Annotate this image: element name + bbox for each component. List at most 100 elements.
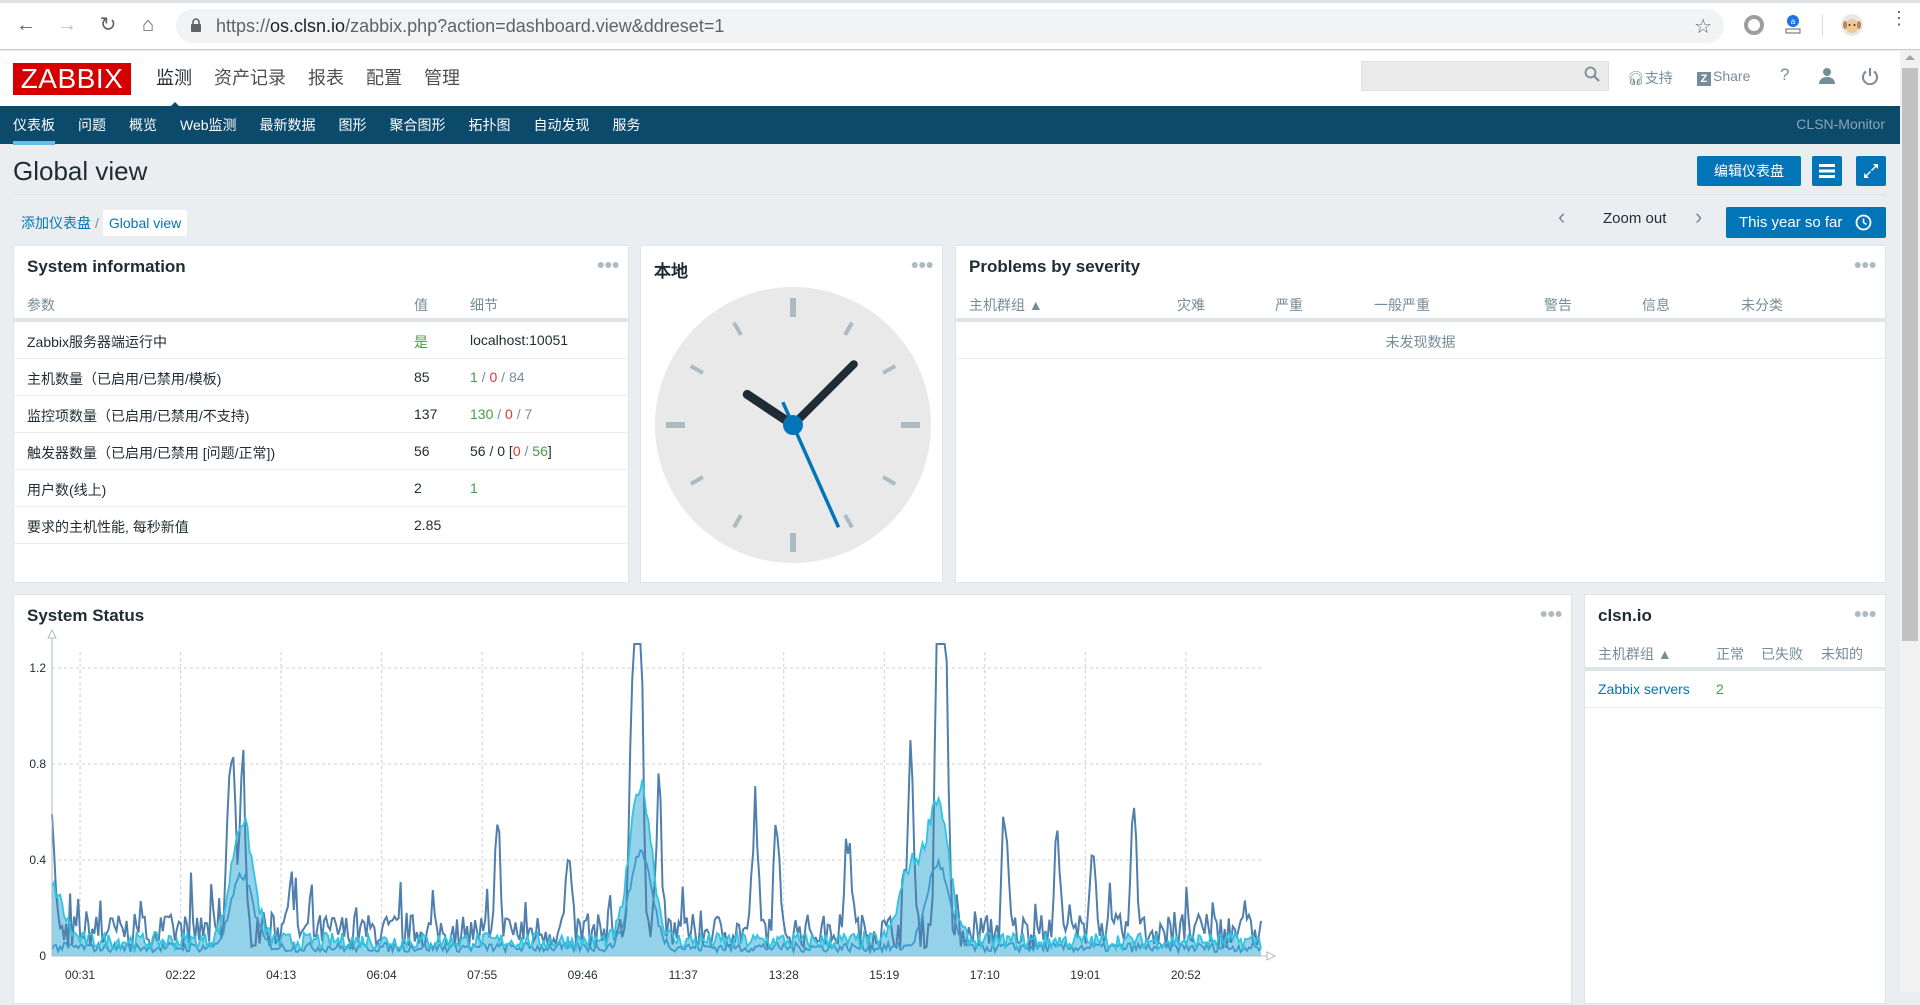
system-status-chart[interactable]: 0 0.4 0.8 1.2 00:31 02:22 04:13 06:04 07:55 09:46… [14,595,1573,1005]
y-tick-label: 1.2 [29,661,46,675]
table-row: Zabbix servers 2 [1585,671,1885,708]
widget-menu-icon[interactable]: ●●● [911,256,934,272]
menu-monitoring[interactable]: 监测 [156,65,192,91]
search-input[interactable] [1361,61,1609,91]
submenu-overview[interactable]: 概览 [129,115,157,135]
home-button[interactable]: ⌂ [136,13,160,37]
detail-part: 130 [470,406,494,422]
breadcrumb-current[interactable]: Global view [102,210,188,236]
host-group-link[interactable]: Zabbix servers [1598,681,1690,697]
time-prev-button[interactable]: ‹ [1558,204,1565,230]
browser-menu-icon[interactable]: ⋮ [1890,9,1908,27]
host-availability-widget: clsn.io ●●● 主机群组 ▲ 正常 已失败 未知的 Zabbix ser… [1584,594,1886,1004]
y-axis-arrow-icon [47,628,57,639]
param-value: 85 [414,369,430,385]
sign-out-power-icon[interactable] [1861,67,1879,85]
zabbix-logo[interactable]: ZABBIX [13,63,131,95]
submenu-screens[interactable]: 聚合图形 [390,115,446,135]
x-tick-label: 04:13 [266,968,296,982]
detail-part: / [497,369,509,385]
back-button[interactable]: ← [14,13,38,37]
x-tick-label: 07:55 [467,968,497,982]
breadcrumb-dashboards[interactable]: 添加仪表盘 [21,215,91,231]
reload-button[interactable]: ↻ [96,13,120,37]
ok-count[interactable]: 2 [1716,681,1724,697]
submenu-maps[interactable]: 拓扑图 [469,115,511,135]
table-row: 监控项数量（已启用/已禁用/不支持) 137 130 / 0 / 7 [14,396,628,433]
submenu-latest-data[interactable]: 最新数据 [260,115,316,135]
browser-toolbar: ← → ↻ ⌂ https://os.clsn.io/zabbix.php?ac… [0,0,1920,50]
widget-title: Problems by severity [969,257,1141,276]
table-header: 主机群组 ▲ 正常 已失败 未知的 [1585,635,1885,671]
column-host-group[interactable]: 主机群组 ▲ [969,295,1043,315]
share-link[interactable]: Z Share [1697,68,1750,86]
submenu-discovery[interactable]: 自动发现 [534,115,590,135]
edit-dashboard-button[interactable]: 编辑仪表盘 [1697,156,1801,186]
param-details: 130 / 0 / 7 [470,406,532,422]
x-tick-label: 02:22 [166,968,196,982]
param-details: 1 [470,480,478,496]
fullscreen-button[interactable] [1856,156,1886,186]
detail-part: / [520,443,533,459]
column-ok: 正常 [1716,646,1744,662]
analog-clock [655,287,931,563]
support-link[interactable]: 🎧︎支持 [1627,68,1673,88]
menu-configuration[interactable]: 配置 [366,65,402,91]
y-tick-label: 0 [39,949,46,963]
time-period-button[interactable]: This year so far [1726,207,1886,238]
column-header: 值 [414,297,428,313]
detail-part: 1 [470,480,478,496]
zoom-out-button[interactable]: Zoom out [1603,210,1666,227]
profile-avatar-icon[interactable] [1840,13,1864,37]
dashboard-actions-button[interactable] [1812,156,1842,186]
forward-button[interactable]: → [55,13,79,37]
host-status-table: 主机群组 ▲ 正常 已失败 未知的 Zabbix servers 2 [1585,635,1885,708]
widget-menu-icon[interactable]: ●●● [1854,605,1877,621]
param-value: 2.85 [414,517,442,533]
menu-inventory[interactable]: 资产记录 [214,65,286,91]
address-bar[interactable]: https://os.clsn.io/zabbix.php?action=das… [176,9,1724,43]
problems-table: 主机群组 ▲ 灾难 严重 一般严重 警告 信息 未分类 未发现数据 [956,286,1885,359]
x-tick-label: 06:04 [367,968,397,982]
help-button[interactable]: ? [1780,65,1789,85]
column-warning: 警告 [1544,297,1572,313]
extension-circle-icon[interactable] [1742,13,1766,37]
scroll-up-arrow-icon[interactable] [1905,55,1915,60]
user-profile-icon[interactable] [1818,67,1836,85]
column-disaster: 灾难 [1177,297,1205,313]
param-details: localhost:10051 [470,332,568,348]
breadcrumb: 添加仪表盘 / Global view [21,210,188,236]
param-value: 137 [414,406,438,422]
system-info-table: 参数 值 细节 Zabbix服务器端运行中 是 localhost:10051 主机数… [14,286,628,544]
column-host-group[interactable]: 主机群组 ▲ [1598,644,1672,664]
widget-menu-icon[interactable]: ●●● [597,256,620,272]
column-average: 一般严重 [1374,297,1430,313]
submenu-dashboard[interactable]: 仪表板 [13,115,55,145]
menu-administration[interactable]: 管理 [424,65,460,91]
extension-translate-icon[interactable]: a [1781,13,1805,37]
chevron-left-icon: ‹ [1558,204,1566,229]
submenu-problems[interactable]: 问题 [78,115,106,135]
clock-center [783,415,803,435]
submenu-graphs[interactable]: 图形 [339,115,367,135]
zabbix-header: ZABBIX 监测 资产记录 报表 配置 管理 🎧︎支持 Z Share ? [0,51,1900,110]
column-header: 细节 [470,297,498,313]
svg-text:a: a [1791,17,1796,26]
url-text: https://os.clsn.io/zabbix.php?action=das… [216,16,725,36]
bookmark-star-icon[interactable]: ☆ [1694,14,1712,39]
sub-menu: 仪表板 问题 概览 Web监测 最新数据 图形 聚合图形 拓扑图 自动发现 服务… [0,106,1900,145]
detail-part: 56 [532,443,548,459]
widget-title: 本地 [654,262,688,281]
param-value: 2 [414,480,422,496]
page-scrollbar[interactable] [1900,51,1920,992]
tab-strip [0,0,1920,3]
time-next-button[interactable]: › [1695,204,1702,230]
widget-title: clsn.io [1598,606,1652,625]
table-row: Zabbix服务器端运行中 是 localhost:10051 [14,322,628,359]
menu-reports[interactable]: 报表 [308,65,344,91]
widget-menu-icon[interactable]: ●●● [1854,256,1877,272]
submenu-services[interactable]: 服务 [613,115,641,135]
search-icon[interactable] [1584,66,1600,87]
scrollbar-thumb[interactable] [1902,68,1918,641]
submenu-web[interactable]: Web监测 [180,115,237,135]
